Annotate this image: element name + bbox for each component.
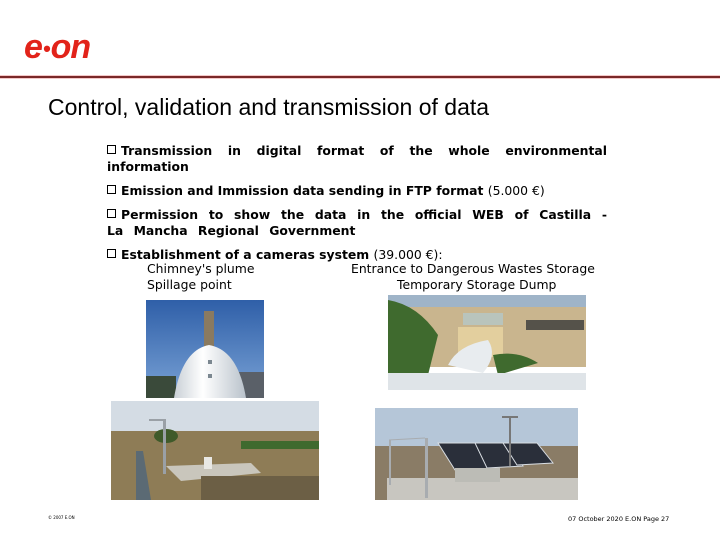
bullet-item: Permission to show the data in the offic…	[107, 207, 607, 239]
footer-date-page: 07 October 2020 E.ON Page 27	[568, 515, 670, 523]
spillage-point-photo	[111, 401, 319, 500]
bullet-cost: (39.000 €):	[373, 247, 443, 262]
checkbox-bullet-icon	[107, 249, 116, 258]
bullet-item: Transmission in digital format of the wh…	[107, 143, 607, 175]
bullet-text: Transmission in digital format of the wh…	[107, 143, 607, 174]
logo-on: on	[50, 28, 92, 66]
eon-logo: e•on	[24, 28, 92, 66]
bullet-text: Permission to show the data in the offic…	[107, 207, 607, 238]
checkbox-bullet-icon	[107, 209, 116, 218]
checkbox-bullet-icon	[107, 145, 116, 154]
camera-location-label: Temporary Storage Dump	[397, 277, 557, 292]
temporary-storage-dump-photo	[388, 295, 586, 390]
logo-dot-icon: •	[42, 36, 51, 62]
bullet-item: Emission and Immission data sending in F…	[107, 183, 607, 199]
checkbox-bullet-icon	[107, 185, 116, 194]
dangerous-wastes-storage-photo	[375, 408, 578, 500]
slide-title: Control, validation and transmission of …	[48, 94, 490, 120]
camera-location-label: Spillage point	[147, 277, 232, 292]
bullet-text: Establishment of a cameras system	[121, 247, 370, 262]
bullet-text: Emission and Immission data sending in F…	[121, 183, 484, 198]
camera-locations: Chimney's plume Entrance to Dangerous Wa…	[147, 261, 617, 293]
bullet-list: Transmission in digital format of the wh…	[107, 143, 607, 263]
logo-e: e	[24, 28, 43, 66]
chimney-plume-photo	[146, 300, 264, 398]
camera-location-label: Chimney's plume	[147, 261, 255, 276]
camera-location-label: Entrance to Dangerous Wastes Storage	[351, 261, 595, 276]
footer-copyright: © 2007 E.ON	[48, 515, 75, 520]
header-divider	[0, 76, 720, 78]
bullet-cost: (5.000 €)	[487, 183, 545, 198]
